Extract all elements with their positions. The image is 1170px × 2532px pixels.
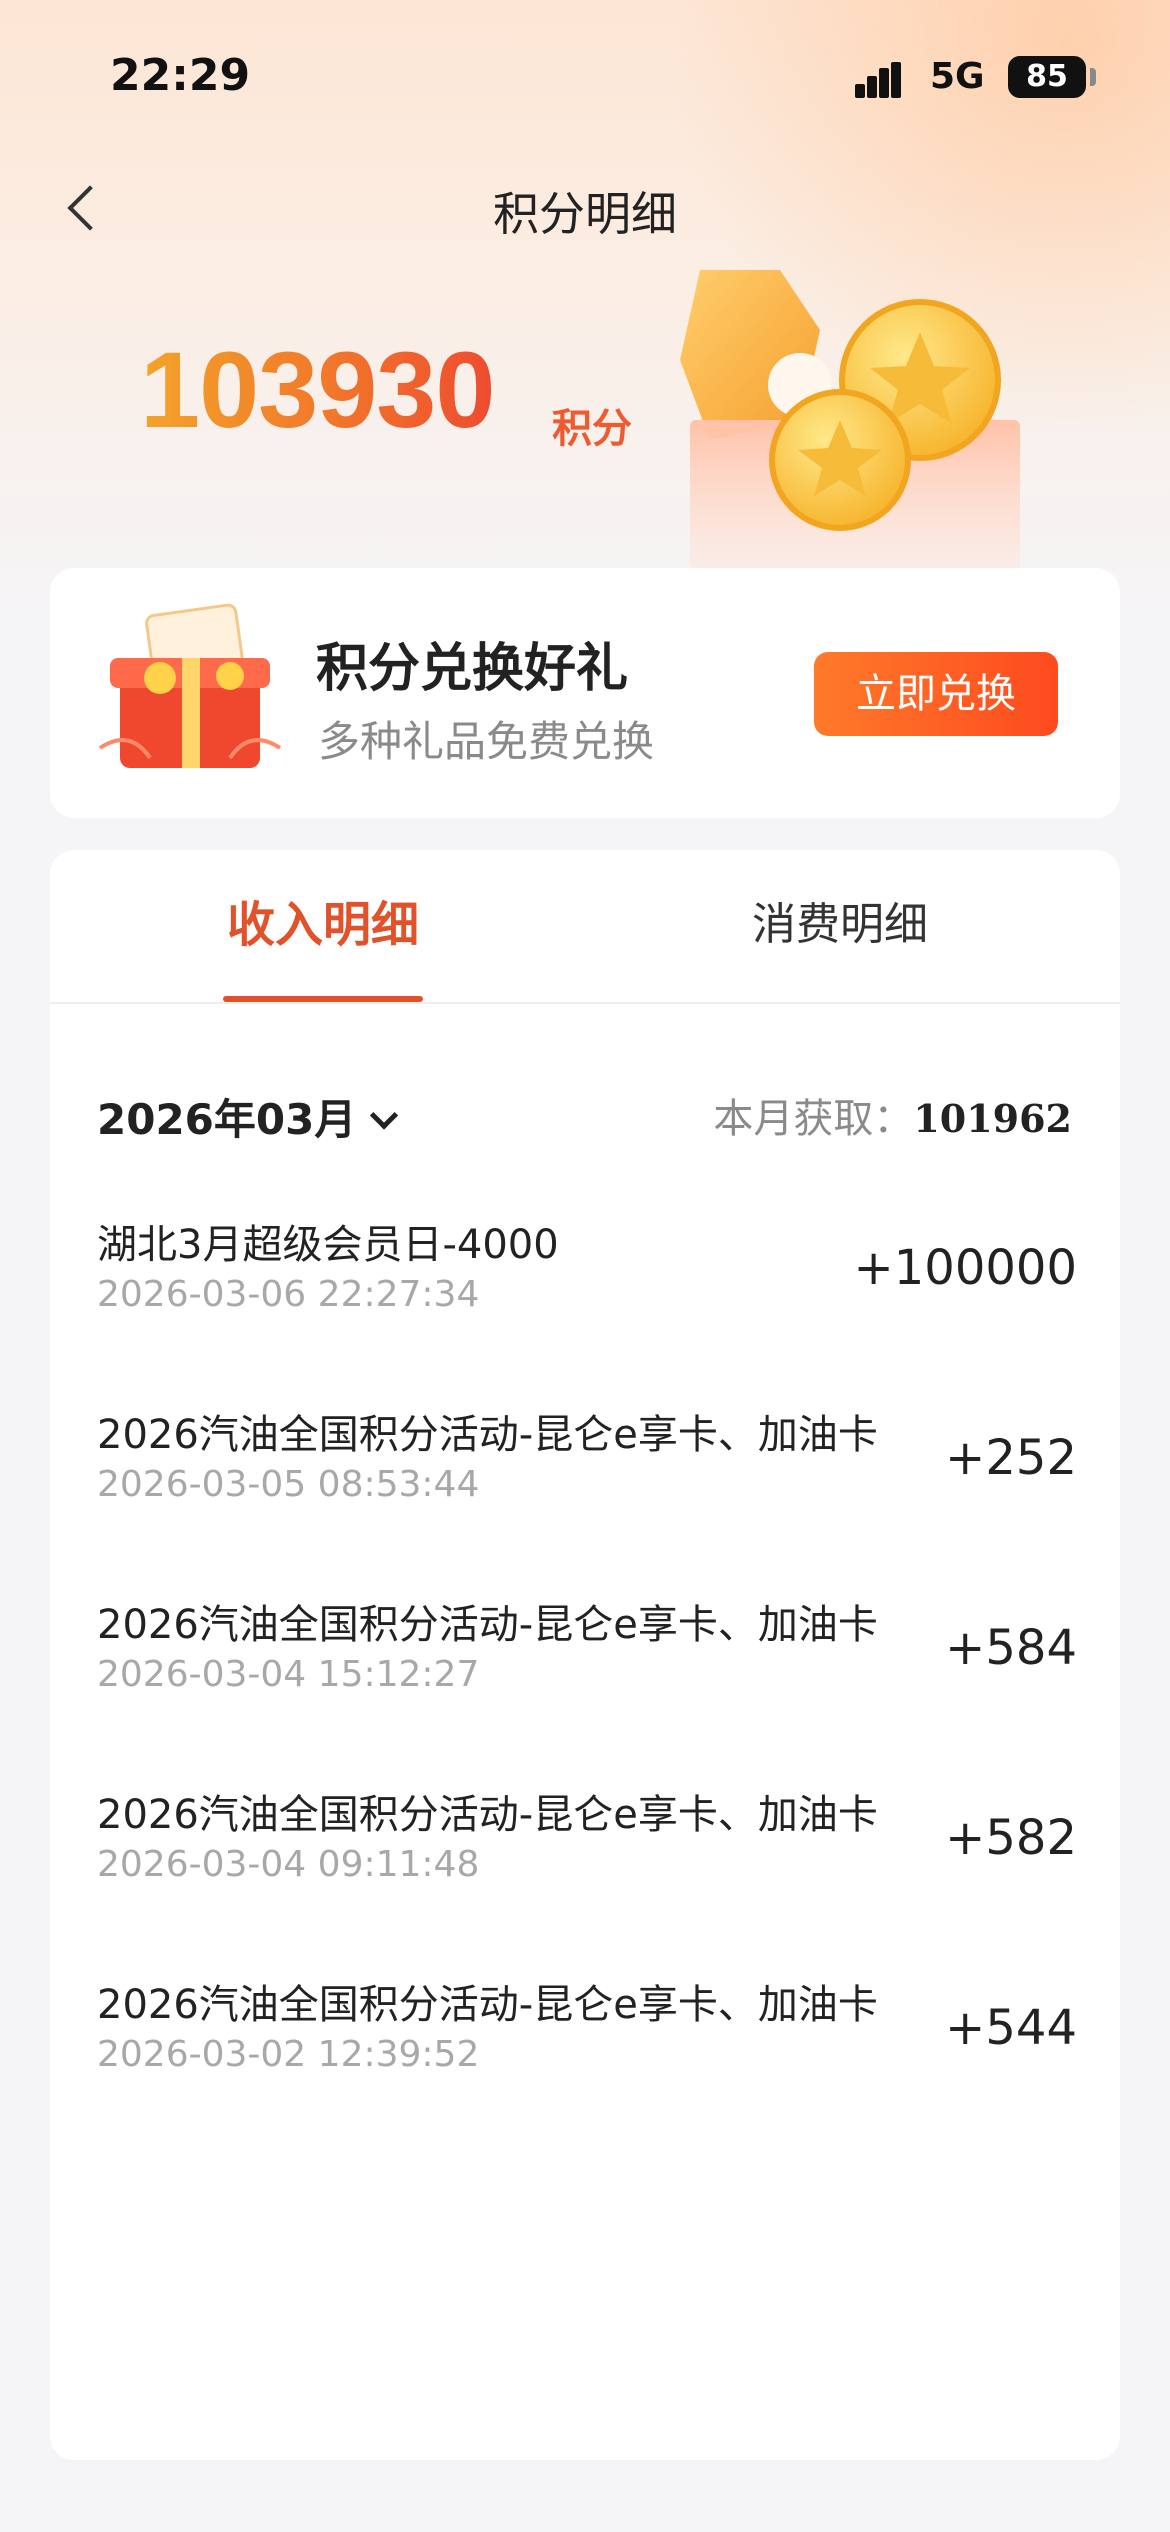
record-item: 2026汽油全国积分活动-昆仑e享卡、加油卡 2026-03-04 09:11:… [97, 1782, 1077, 1952]
month-dropdown[interactable]: 2026年03月 [97, 1086, 399, 1147]
record-amount: +100000 [853, 1240, 1077, 1296]
record-time: 2026-03-04 15:12:27 [97, 1654, 480, 1695]
redeem-now-button[interactable]: 立即兑换 [814, 652, 1058, 736]
exchange-promo-card: 积分兑换好礼 多种礼品免费兑换 立即兑换 [50, 568, 1120, 818]
record-title: 2026汽油全国积分活动-昆仑e享卡、加油卡 [97, 1792, 878, 1838]
month-summary-value: 101962 [913, 1096, 1072, 1141]
coins-illustration [680, 270, 1020, 570]
record-amount: +252 [945, 1430, 1077, 1486]
record-time: 2026-03-06 22:27:34 [97, 1274, 480, 1315]
page-title: 积分明细 [493, 187, 677, 241]
points-unit: 积分 [552, 406, 632, 452]
status-bar: 22:29 5G 85 [0, 0, 1170, 150]
tab-expense[interactable]: 消费明细 [700, 850, 980, 1000]
month-label: 2026年03月 [97, 1095, 357, 1144]
record-title: 湖北3月超级会员日-4000 [97, 1222, 559, 1268]
record-title: 2026汽油全国积分活动-昆仑e享卡、加油卡 [97, 1982, 878, 2028]
record-time: 2026-03-05 08:53:44 [97, 1464, 480, 1505]
battery-tip [1090, 68, 1096, 86]
signal-icon [855, 58, 913, 98]
status-time: 22:29 [110, 50, 251, 101]
battery-icon: 85 [1008, 56, 1086, 98]
record-title: 2026汽油全国积分活动-昆仑e享卡、加油卡 [97, 1412, 878, 1458]
record-amount: +584 [945, 1620, 1077, 1676]
network-label: 5G [930, 56, 985, 97]
promo-subtitle: 多种礼品免费兑换 [318, 717, 655, 766]
record-item: 2026汽油全国积分活动-昆仑e享卡、加油卡 2026-03-02 12:39:… [97, 1972, 1077, 2142]
points-records-card: 收入明细 消费明细 2026年03月 本月获取：101962 湖北3月超级会员日… [50, 850, 1120, 2460]
record-time: 2026-03-02 12:39:52 [97, 2034, 480, 2075]
record-item: 2026汽油全国积分活动-昆仑e享卡、加油卡 2026-03-05 08:53:… [97, 1402, 1077, 1572]
month-summary-label: 本月获取： [713, 1096, 914, 1142]
record-item: 湖北3月超级会员日-4000 2026-03-06 22:27:34 +1000… [97, 1212, 1077, 1382]
record-amount: +582 [945, 1810, 1077, 1866]
points-balance: 103930 [140, 329, 495, 450]
tab-divider [50, 1002, 1120, 1004]
record-amount: +544 [945, 2000, 1077, 2056]
record-time: 2026-03-04 09:11:48 [97, 1844, 480, 1885]
record-title: 2026汽油全国积分活动-昆仑e享卡、加油卡 [97, 1602, 878, 1648]
record-item: 2026汽油全国积分活动-昆仑e享卡、加油卡 2026-03-04 15:12:… [97, 1592, 1077, 1762]
tab-income[interactable]: 收入明细 [223, 850, 423, 1000]
month-summary: 本月获取：101962 [713, 1086, 1072, 1144]
gift-box-icon [98, 603, 282, 768]
promo-title: 积分兑换好礼 [316, 639, 629, 699]
chevron-down-icon [370, 1101, 399, 1130]
